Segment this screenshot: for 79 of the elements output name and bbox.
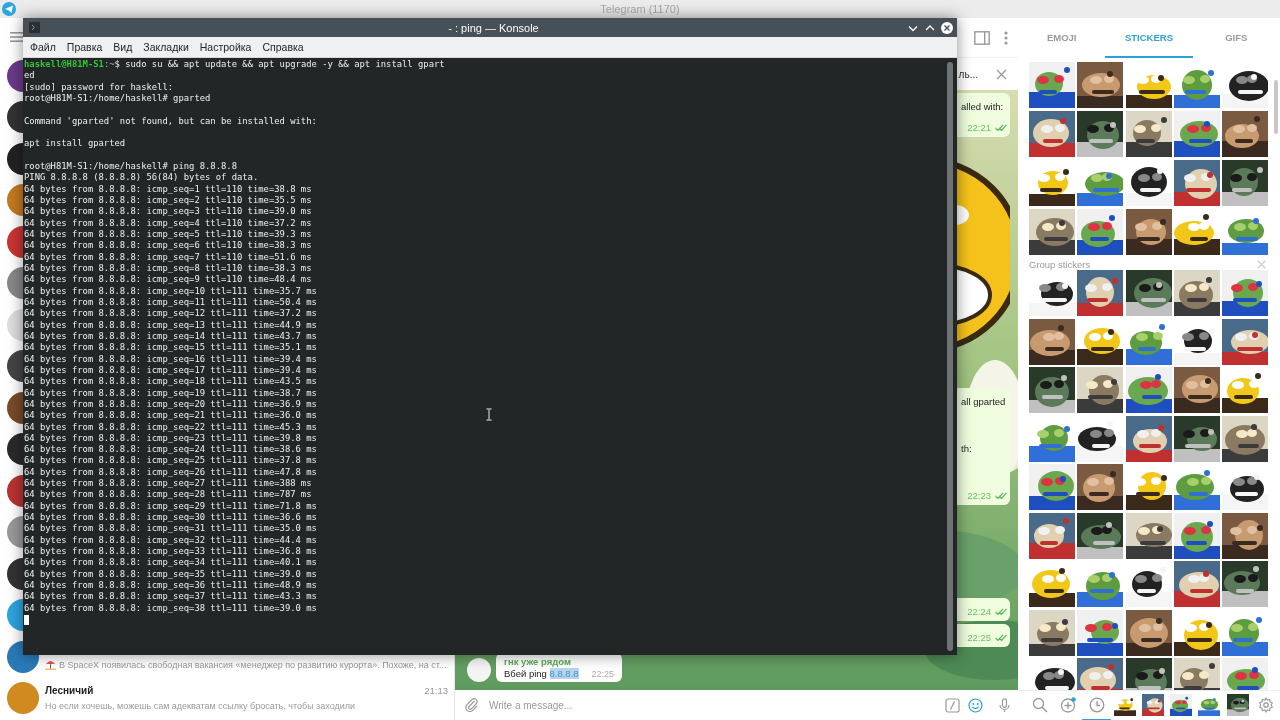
more-icon[interactable] bbox=[1004, 30, 1008, 45]
terminal-line: 64 bytes from 8.8.8.8: icmp_seq=16 ttl=111 time=39.4 ms bbox=[24, 353, 317, 365]
terminal-line: apt install gparted bbox=[24, 138, 126, 150]
chat-time: 21:13 bbox=[424, 685, 448, 698]
terminal-line: 64 bytes from 8.8.8.8: icmp_seq=37 ttl=111 time=43.3 ms bbox=[24, 591, 317, 603]
terminal-line: 64 bytes from 8.8.8.8: icmp_seq=10 ttl=111 time=35.7 ms bbox=[24, 285, 317, 297]
terminal-line: 64 bytes from 8.8.8.8: icmp_seq=30 ttl=111 time=36.6 ms bbox=[24, 512, 317, 524]
terminal-line: 64 bytes from 8.8.8.8: icmp_seq=11 ttl=111 time=50.4 ms bbox=[24, 296, 317, 309]
microphone-icon[interactable] bbox=[999, 697, 1010, 713]
menu-icon[interactable] bbox=[10, 31, 24, 42]
terminal-line: 64 bytes from 8.8.8.8: icmp_seq=1 ttl=110 time=38.8 ms bbox=[24, 183, 312, 195]
sidebar-toggle-icon[interactable] bbox=[974, 30, 990, 45]
paperclip-icon[interactable] bbox=[465, 698, 479, 712]
terminal-line: 64 bytes from 8.8.8.8: icmp_seq=8 ttl=110 time=38.3 ms bbox=[24, 262, 312, 275]
menu-item[interactable]: Правка bbox=[66, 41, 103, 53]
terminal-line: 64 bytes from 8.8.8.8: icmp_seq=17 ttl=111 time=39.4 ms bbox=[24, 364, 317, 377]
terminal-line: 64 bytes from 8.8.8.8: icmp_seq=13 ttl=111 time=44.9 ms bbox=[24, 319, 317, 331]
terminal-line: 64 bytes from 8.8.8.8: icmp_seq=31 ttl=111 time=35.0 ms bbox=[24, 523, 317, 535]
scrollbar[interactable] bbox=[1274, 80, 1278, 134]
terminal-line: haskell@H81M-S1:~$ sudo su && apt update && apt upgrade -y && apt install gpart bbox=[24, 59, 445, 71]
emoji-icon[interactable] bbox=[968, 697, 983, 713]
terminal-line: 64 bytes from 8.8.8.8: icmp_seq=35 ttl=111 time=39.0 ms bbox=[24, 568, 317, 581]
menu-item[interactable]: Настройка bbox=[199, 41, 252, 53]
beach-umbrella-icon bbox=[45, 659, 56, 671]
terminal-line: 64 bytes from 8.8.8.8: icmp_seq=6 ttl=110 time=38.3 ms bbox=[24, 240, 312, 252]
paper-plane-icon bbox=[2, 2, 16, 16]
terminal-line: Command 'gparted' not found, but can be installed with: bbox=[24, 115, 317, 127]
terminal-line: 64 bytes from 8.8.8.8: icmp_seq=7 ttl=110 time=51.6 ms bbox=[24, 251, 312, 263]
terminal-line: 64 bytes from 8.8.8.8: icmp_seq=36 ttl=111 time=48.9 ms bbox=[24, 580, 317, 592]
bot-command-icon[interactable] bbox=[945, 697, 960, 713]
terminal-line: 64 bytes from 8.8.8.8: icmp_seq=5 ttl=110 time=39.3 ms bbox=[24, 228, 312, 241]
terminal-line: 64 bytes from 8.8.8.8: icmp_seq=24 ttl=111 time=38.6 ms bbox=[24, 444, 317, 456]
terminal-line: 64 bytes from 8.8.8.8: icmp_seq=9 ttl=110 time=48.4 ms bbox=[24, 274, 312, 286]
menu-item[interactable]: Вид bbox=[113, 41, 133, 53]
terminal-icon bbox=[29, 22, 40, 33]
terminal-line: 64 bytes from 8.8.8.8: icmp_seq=21 ttl=111 time=36.0 ms bbox=[24, 410, 317, 422]
window-title: Telegram (1170) bbox=[600, 3, 680, 15]
chat-name: Лесничий bbox=[45, 685, 94, 698]
terminal-line: 64 bytes from 8.8.8.8: icmp_seq=20 ttl=111 time=36.9 ms bbox=[24, 398, 317, 411]
clock-icon[interactable] bbox=[1088, 696, 1105, 713]
terminal-line: 64 bytes from 8.8.8.8: icmp_seq=26 ttl=111 time=47.8 ms bbox=[24, 466, 317, 479]
terminal-line: [sudo] password for haskell: bbox=[24, 81, 174, 93]
terminal-line: root@H81M-S1:/home/haskell# gparted bbox=[24, 93, 211, 105]
menu-item[interactable]: Файл bbox=[30, 41, 56, 53]
avatar bbox=[7, 682, 39, 715]
terminal-line: 64 bytes from 8.8.8.8: icmp_seq=33 ttl=111 time=36.8 ms bbox=[24, 546, 317, 558]
terminal-line: ed bbox=[24, 70, 35, 82]
message-preview: В SpaceX появилась свободная вакансия «менеджер по развитию курорта». Похоже, на ст... bbox=[59, 659, 447, 670]
terminal-line: 64 bytes from 8.8.8.8: icmp_seq=14 ttl=111 time=43.7 ms bbox=[24, 330, 317, 343]
terminal-line: 64 bytes from 8.8.8.8: icmp_seq=19 ttl=111 time=38.7 ms bbox=[24, 387, 317, 399]
close-icon[interactable] bbox=[941, 21, 953, 34]
message-input[interactable]: Write a message... bbox=[487, 698, 937, 712]
terminal-line: 64 bytes from 8.8.8.8: icmp_seq=4 ttl=110 time=37.2 ms bbox=[24, 217, 312, 229]
section-title: Group stickers bbox=[1029, 259, 1091, 270]
pinned-message[interactable]: ль... bbox=[958, 68, 978, 80]
terminal-line: 64 bytes from 8.8.8.8: icmp_seq=25 ttl=111 time=37.8 ms bbox=[24, 455, 317, 467]
menu-item[interactable]: Закладки bbox=[143, 41, 189, 53]
terminal-line: 64 bytes from 8.8.8.8: icmp_seq=27 ttl=111 time=388 ms bbox=[24, 478, 312, 490]
terminal-line: 64 bytes from 8.8.8.8: icmp_seq=34 ttl=111 time=40.1 ms bbox=[24, 557, 317, 569]
terminal-line: 64 bytes from 8.8.8.8: icmp_seq=38 ttl=111 time=39.0 ms bbox=[24, 602, 317, 615]
window-title: - : ping — Konsole bbox=[447, 21, 540, 34]
terminal-line: 64 bytes from 8.8.8.8: icmp_seq=29 ttl=111 time=71.8 ms bbox=[24, 500, 317, 513]
terminal-line: 64 bytes from 8.8.8.8: icmp_seq=2 ttl=110 time=35.5 ms bbox=[24, 194, 312, 207]
terminal-line: 64 bytes from 8.8.8.8: icmp_seq=12 ttl=111 time=37.2 ms bbox=[24, 308, 317, 320]
message-preview: Но если хочешь, можешь сам адекватам ссылку бросать, чтобы заходили bbox=[45, 701, 355, 712]
terminal-line: 64 bytes from 8.8.8.8: icmp_seq=32 ttl=111 time=44.4 ms bbox=[24, 534, 317, 547]
add-icon[interactable] bbox=[1060, 696, 1077, 713]
search-icon[interactable] bbox=[1032, 696, 1049, 713]
terminal-line: PING 8.8.8.8 (8.8.8.8) 56(84) bytes of data. bbox=[24, 172, 259, 184]
terminal-line: 64 bytes from 8.8.8.8: icmp_seq=28 ttl=111 time=787 ms bbox=[24, 489, 312, 501]
text-cursor bbox=[24, 615, 29, 626]
terminal-line: root@H81M-S1:/home/haskell# ping 8.8.8.8 bbox=[24, 160, 237, 173]
terminal-line: 64 bytes from 8.8.8.8: icmp_seq=22 ttl=111 time=45.3 ms bbox=[24, 421, 317, 433]
terminal-line: 64 bytes from 8.8.8.8: icmp_seq=23 ttl=111 time=39.8 ms bbox=[24, 432, 317, 445]
settings-icon[interactable] bbox=[1257, 696, 1274, 713]
terminal-line: 64 bytes from 8.8.8.8: icmp_seq=18 ttl=111 time=43.5 ms bbox=[24, 376, 317, 388]
terminal-line: 64 bytes from 8.8.8.8: icmp_seq=15 ttl=111 time=35.1 ms bbox=[24, 342, 317, 354]
menu-item[interactable]: Справка bbox=[262, 41, 304, 53]
terminal-line: 64 bytes from 8.8.8.8: icmp_seq=3 ttl=110 time=39.0 ms bbox=[24, 206, 312, 218]
